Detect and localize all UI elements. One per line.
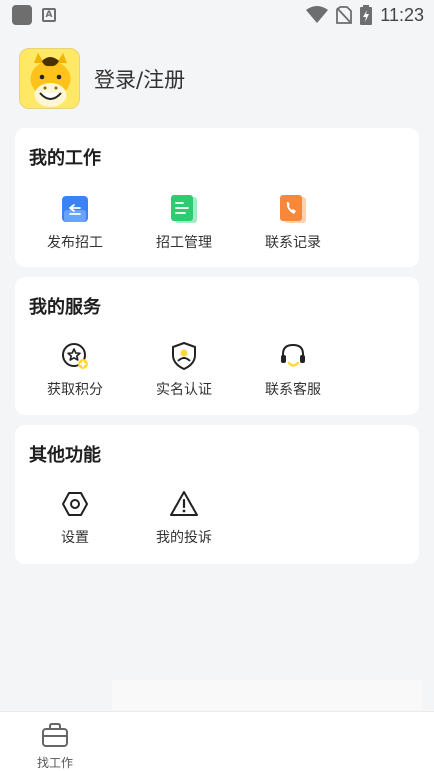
horse-mascot-icon	[20, 49, 79, 108]
bottom-tab-bar: 找工作	[0, 711, 434, 771]
verification-icon	[169, 341, 199, 371]
contact-record-icon	[278, 194, 308, 224]
tab-find-job-label: 找工作	[36, 756, 73, 770]
tab-find-job[interactable]: 找工作	[30, 722, 80, 771]
profile-header[interactable]: 登录/注册	[19, 48, 185, 109]
my-services-card: 我的服务 获取积分 实名认证 联系客服	[15, 277, 419, 415]
keyboard-indicator-icon: A	[42, 8, 56, 22]
my-work-card: 我的工作 发布招工 招工管理 联系记录	[15, 128, 419, 267]
contact-record-label: 联系记录	[265, 235, 321, 251]
my-complaints-button[interactable]: 我的投诉	[139, 489, 229, 547]
job-management-button[interactable]: 招工管理	[139, 194, 229, 252]
job-management-label: 招工管理	[156, 235, 212, 251]
section-title: 我的工作	[29, 148, 101, 169]
points-icon	[60, 341, 90, 371]
status-bar: A 11:23	[0, 0, 434, 30]
customer-service-icon	[278, 341, 308, 371]
briefcase-icon	[42, 723, 68, 747]
section-title: 其他功能	[29, 445, 101, 466]
real-name-verification-button[interactable]: 实名认证	[139, 341, 229, 399]
customer-service-button[interactable]: 联系客服	[248, 341, 338, 399]
publish-job-button[interactable]: 发布招工	[30, 194, 120, 252]
customer-service-label: 联系客服	[265, 382, 321, 398]
other-functions-card: 其他功能 设置 我的投诉	[15, 425, 419, 564]
get-points-button[interactable]: 获取积分	[30, 341, 120, 399]
verification-label: 实名认证	[156, 382, 212, 398]
settings-label: 设置	[61, 530, 89, 546]
app-notification-icon	[12, 5, 32, 25]
settings-icon	[60, 489, 90, 519]
battery-charging-icon	[360, 5, 373, 25]
contact-record-button[interactable]: 联系记录	[248, 194, 338, 252]
job-management-icon	[169, 194, 199, 224]
avatar[interactable]	[19, 48, 80, 109]
clock-time: 11:23	[380, 4, 424, 25]
publish-job-label: 发布招工	[47, 235, 103, 251]
no-sim-icon	[336, 6, 353, 24]
settings-button[interactable]: 设置	[30, 489, 120, 547]
section-title: 我的服务	[29, 297, 101, 318]
get-points-label: 获取积分	[47, 382, 103, 398]
background-panel	[112, 680, 422, 710]
complaint-icon	[169, 489, 199, 519]
publish-job-icon	[60, 194, 90, 224]
login-register-link[interactable]: 登录/注册	[94, 64, 185, 94]
wifi-icon	[306, 6, 329, 23]
complaint-label: 我的投诉	[156, 530, 212, 546]
